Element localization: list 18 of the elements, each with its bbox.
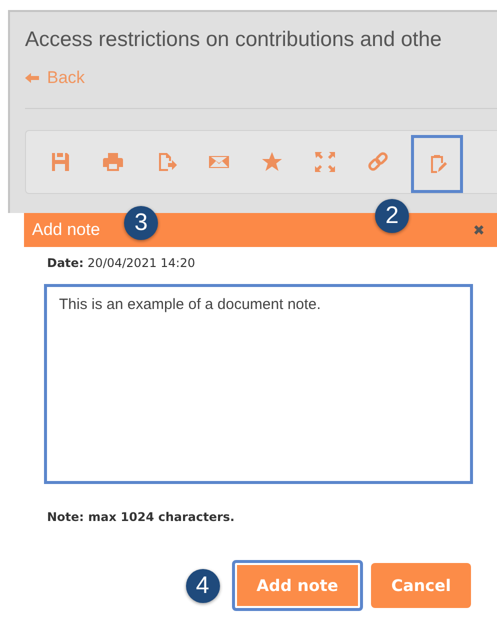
callout-number: 2	[375, 199, 409, 233]
note-button[interactable]	[411, 135, 463, 193]
arrow-left-icon	[25, 73, 39, 83]
callout-number: 4	[186, 568, 220, 602]
expand-icon	[314, 150, 336, 174]
printer-icon	[102, 150, 124, 174]
date-text: Date: 20/04/2021 14:20	[47, 256, 196, 270]
add-note-button[interactable]: Add note	[232, 560, 364, 611]
star-icon	[261, 150, 283, 174]
note-field[interactable]: This is an example of a document note.	[44, 284, 473, 484]
callout-number: 3	[124, 206, 158, 240]
hint-text: Note: max 1024 characters.	[47, 510, 236, 524]
cancel-button[interactable]: Cancel	[371, 563, 471, 608]
save-icon	[49, 150, 71, 174]
close-button[interactable]: ✖	[469, 222, 489, 238]
back-link[interactable]: Back	[25, 68, 85, 88]
dialog-title: Add note	[32, 220, 100, 240]
page-title: Access restrictions on contributions and othe	[25, 28, 443, 52]
